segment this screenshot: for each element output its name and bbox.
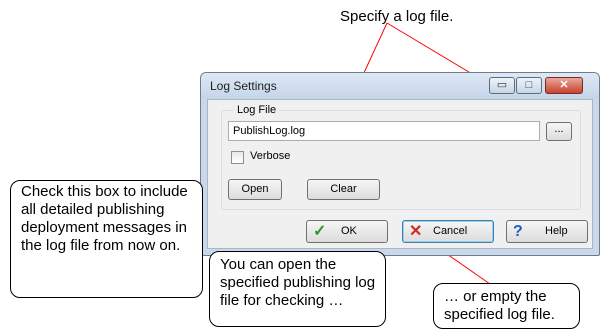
annotation-specify-log-file: Specify a log file. xyxy=(340,8,454,25)
verbose-checkbox[interactable] xyxy=(231,151,244,164)
dialog-title: Log Settings xyxy=(210,79,277,93)
log-file-group-label: Log File xyxy=(234,104,280,116)
browse-button[interactable]: ... xyxy=(546,122,572,141)
annotation-open: You can open the specified publishing lo… xyxy=(209,251,386,327)
annotation-verbose: Check this box to include all detailed p… xyxy=(10,180,203,298)
log-file-input[interactable]: PublishLog.log xyxy=(228,121,540,141)
x-icon: ✕ xyxy=(409,223,423,240)
annotation-clear: … or empty the specified log file. xyxy=(433,283,580,329)
maximize-button[interactable]: □ xyxy=(516,77,542,94)
close-button[interactable]: ✕ xyxy=(545,77,583,94)
help-button[interactable]: ? Help xyxy=(506,220,588,243)
minimize-button[interactable]: ▭ xyxy=(489,77,515,94)
verbose-label: Verbose xyxy=(250,150,291,162)
ok-button[interactable]: ✓ OK xyxy=(306,220,388,243)
question-icon: ? xyxy=(513,223,523,240)
dialog-client-area: Log File PublishLog.log ... Verbose Open… xyxy=(207,99,593,249)
help-label: Help xyxy=(545,225,568,237)
ok-label: OK xyxy=(341,225,357,237)
log-settings-dialog: Log Settings ▭ □ ✕ Log File PublishLog.l… xyxy=(200,72,600,256)
open-button[interactable]: Open xyxy=(228,179,282,200)
cancel-button[interactable]: ✕ Cancel xyxy=(402,220,494,243)
check-icon: ✓ xyxy=(313,223,327,240)
clear-button[interactable]: Clear xyxy=(307,179,380,200)
title-bar: Log Settings ▭ □ ✕ xyxy=(201,73,599,99)
cancel-label: Cancel xyxy=(433,225,468,237)
